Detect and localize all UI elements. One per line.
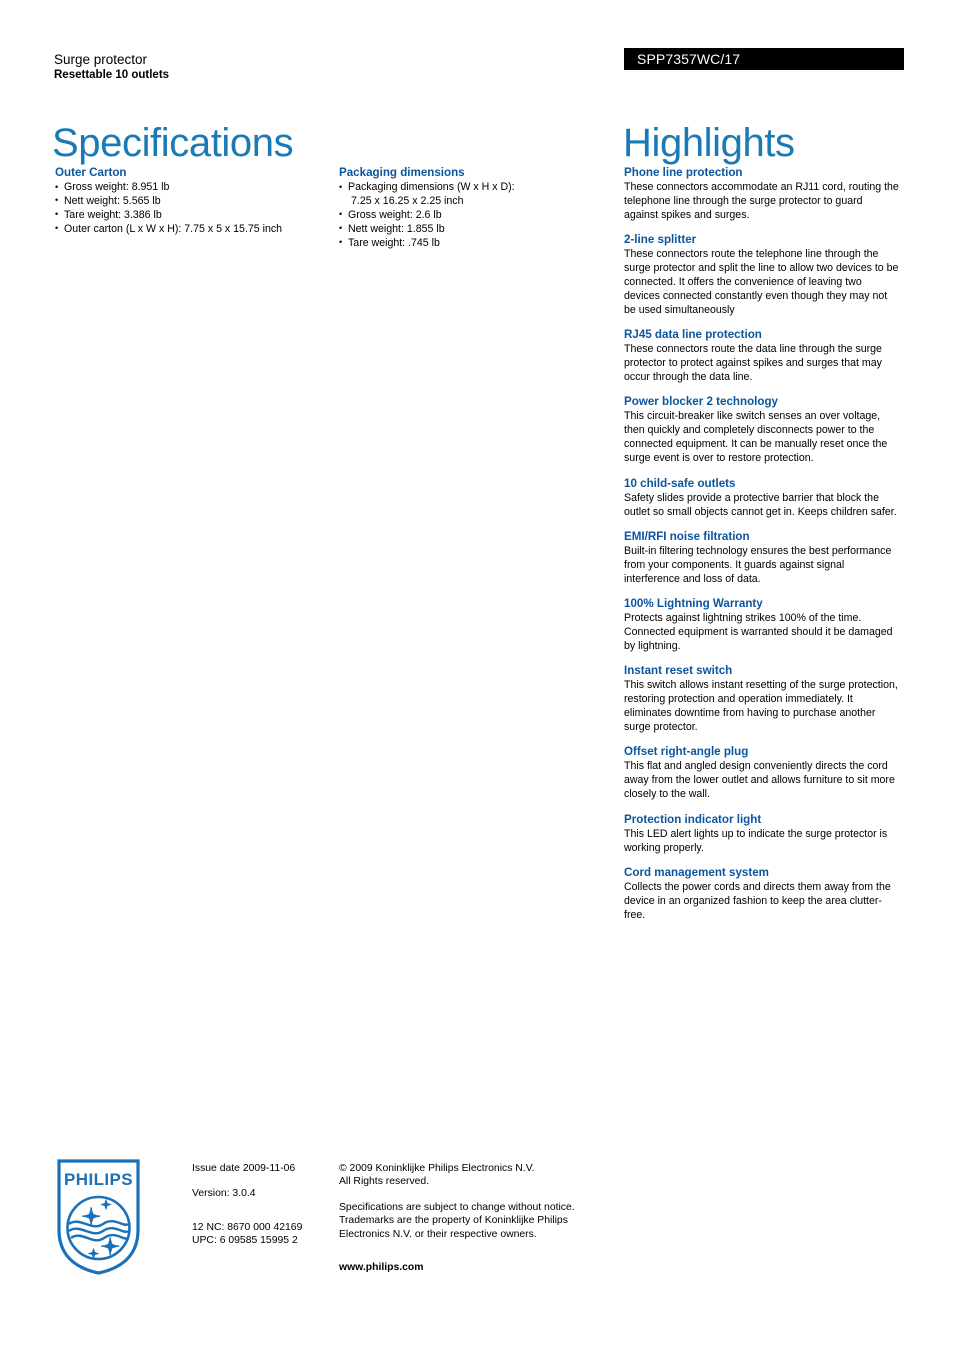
- product-identifiers: 12 NC: 8670 000 42169 UPC: 6 09585 15995…: [192, 1221, 332, 1248]
- copyright-notice: © 2009 Koninklijke Philips Electronics N…: [339, 1162, 609, 1189]
- highlight-heading: Protection indicator light: [624, 812, 762, 826]
- specifications-column-1: Outer Carton Gross weight: 8.951 lb Nett…: [55, 166, 333, 248]
- product-code-bar: SPP7357WC/17: [624, 48, 904, 70]
- highlight-body: This flat and angled design conveniently…: [624, 760, 895, 801]
- highlight-heading: Power blocker 2 technology: [624, 395, 778, 409]
- spec-item: Nett weight: 5.565 lb: [55, 194, 333, 209]
- product-code: SPP7357WC/17: [637, 51, 741, 67]
- spec-item: Tare weight: 3.386 lb: [55, 208, 333, 223]
- issue-date: Issue date 2009-11-06: [192, 1163, 296, 1174]
- product-type: Surge protector: [54, 52, 148, 67]
- spec-item-list: Gross weight: 8.951 lb Nett weight: 5.56…: [55, 181, 333, 237]
- highlight-block: RJ45 data line protection These connecto…: [624, 328, 899, 385]
- copyright-line-2: All Rights reserved.: [339, 1176, 430, 1188]
- highlight-body: These connectors route the telephone lin…: [624, 248, 899, 316]
- website-url[interactable]: www.philips.com: [339, 1261, 609, 1274]
- highlight-block: Protection indicator light This LED aler…: [624, 813, 899, 856]
- highlight-block: Instant reset switch This switch allows …: [624, 664, 899, 735]
- spec-item: Packaging dimensions (W x H x D): 7.25 x…: [339, 181, 609, 209]
- highlight-heading: 2-line splitter: [624, 233, 697, 247]
- highlight-heading: Offset right-angle plug: [624, 745, 749, 759]
- highlight-body: This LED alert lights up to indicate the…: [624, 827, 888, 854]
- copyright-line-1: © 2009 Koninklijke Philips Electronics N…: [339, 1163, 535, 1174]
- nc-code: 12 NC: 8670 000 42169: [192, 1221, 303, 1233]
- highlight-body: Protects against lightning strikes 100% …: [624, 612, 893, 652]
- spec-group-heading: Outer Carton: [55, 166, 127, 179]
- highlight-body: Collects the power cords and directs the…: [624, 881, 891, 921]
- spec-item-text: Packaging dimensions (W x H x D):: [348, 181, 515, 193]
- highlight-heading: EMI/RFI noise filtration: [624, 529, 750, 543]
- spec-item: Outer carton (L x W x H): 7.75 x 5 x 15.…: [55, 222, 333, 237]
- highlight-heading: Phone line protection: [624, 166, 743, 179]
- highlight-body: This circuit-breaker like switch senses …: [624, 410, 888, 465]
- spec-item-continuation: 7.25 x 16.25 x 2.25 inch: [351, 194, 464, 207]
- spec-item-list: Packaging dimensions (W x H x D): 7.25 x…: [339, 181, 609, 251]
- spec-group: Outer Carton Gross weight: 8.951 lb Nett…: [55, 166, 333, 237]
- spec-group-heading: Packaging dimensions: [339, 166, 465, 179]
- footer-legal-column: © 2009 Koninklijke Philips Electronics N…: [339, 1162, 609, 1274]
- highlight-block: Phone line protection These connectors a…: [624, 166, 899, 223]
- highlights-column: Phone line protection These connectors a…: [624, 166, 899, 933]
- highlight-heading: Instant reset switch: [624, 664, 733, 678]
- spec-item: Tare weight: .745 lb: [339, 236, 609, 251]
- product-identification: Surge protector Resettable 10 outlets: [54, 52, 474, 82]
- version: Version: 3.0.4: [192, 1188, 256, 1200]
- product-subtitle: Resettable 10 outlets: [54, 69, 170, 81]
- highlight-block: Power blocker 2 technology This circuit-…: [624, 395, 899, 466]
- highlight-heading: 10 child-safe outlets: [624, 476, 736, 490]
- footer-meta-column: Issue date 2009-11-06 Version: 3.0.4 12 …: [192, 1162, 332, 1248]
- highlight-block: EMI/RFI noise filtration Built-in filter…: [624, 530, 899, 587]
- spec-item: Nett weight: 1.855 lb: [339, 222, 609, 237]
- highlight-block: Offset right-angle plug This flat and an…: [624, 745, 899, 802]
- highlight-block: 100% Lightning Warranty Protects against…: [624, 597, 899, 654]
- philips-wordmark: PHILIPS: [64, 1170, 133, 1189]
- highlight-body: Built-in filtering technology ensures th…: [624, 544, 892, 585]
- highlight-body: These connectors accommodate an RJ11 cor…: [624, 181, 899, 221]
- spec-group: Packaging dimensions Packaging dimension…: [339, 166, 609, 251]
- spec-item: Gross weight: 8.951 lb: [55, 181, 333, 195]
- page-title-highlights: Highlights: [623, 120, 795, 165]
- highlight-heading: 100% Lightning Warranty: [624, 597, 763, 611]
- highlight-body: These connectors route the data line thr…: [624, 343, 882, 384]
- spec-item: Gross weight: 2.6 lb: [339, 208, 609, 223]
- philips-logo: PHILIPS: [57, 1159, 140, 1275]
- document-page: Surge protector Resettable 10 outlets SP…: [0, 0, 954, 1350]
- highlight-block: 2-line splitter These connectors route t…: [624, 233, 899, 318]
- specifications-column-2: Packaging dimensions Packaging dimension…: [339, 166, 609, 262]
- highlight-heading: Cord management system: [624, 866, 769, 879]
- highlight-body: This switch allows instant resetting of …: [624, 679, 898, 734]
- highlight-heading: RJ45 data line protection: [624, 328, 762, 342]
- highlight-block: Cord management system Collects the powe…: [624, 866, 899, 923]
- highlight-body: Safety slides provide a protective barri…: [624, 491, 897, 518]
- upc-code: UPC: 6 09585 15995 2: [192, 1235, 298, 1247]
- legal-disclaimer: Specifications are subject to change wit…: [339, 1201, 575, 1240]
- highlight-block: 10 child-safe outlets Safety slides prov…: [624, 477, 899, 520]
- page-title-specifications: Specifications: [52, 120, 294, 165]
